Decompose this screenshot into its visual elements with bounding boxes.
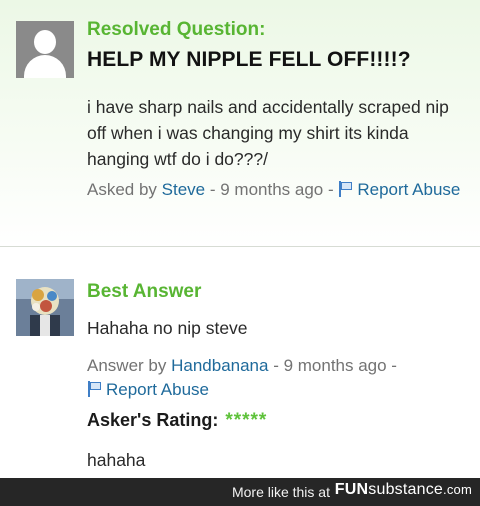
answerer-link[interactable]: Handbanana: [171, 356, 268, 375]
answer-report-abuse-link[interactable]: Report Abuse: [87, 380, 209, 399]
funsubstance-logo: FUNsubstance.com: [334, 481, 472, 498]
rating-stars-icon: *****: [225, 410, 268, 431]
flag-icon: [87, 381, 102, 397]
default-avatar-icon[interactable]: [16, 21, 74, 78]
answer-report-label: Report Abuse: [106, 380, 210, 399]
asker-link[interactable]: Steve: [162, 180, 205, 199]
asker-rating-label: Asker's Rating:: [87, 410, 219, 430]
question-report-label: Report Abuse: [357, 180, 461, 199]
question-title: HELP MY NIPPLE FELL OFF!!!!?: [87, 48, 411, 71]
flag-icon: [338, 181, 353, 197]
answer-by-prefix: Answer by: [87, 356, 172, 375]
asker-comment: hahaha: [87, 450, 146, 470]
answer-body: Hahaha no nip steve: [87, 318, 248, 338]
answerer-avatar[interactable]: [16, 279, 74, 336]
question-panel: Resolved Question: HELP MY NIPPLE FELL O…: [0, 0, 480, 247]
question-report-abuse-link[interactable]: Report Abuse: [338, 180, 460, 199]
footer-text: More like this at: [231, 484, 330, 500]
question-meta: Asked by Steve - 9 months ago - Report A…: [87, 178, 472, 202]
question-time: - 9 months ago -: [205, 180, 339, 199]
watermark-footer: More like this at FUNsubstance.com: [0, 478, 480, 506]
best-answer-label: Best Answer: [87, 281, 202, 302]
resolved-question-label: Resolved Question:: [87, 19, 266, 40]
question-body: i have sharp nails and accidentally scra…: [87, 97, 449, 169]
asked-by-prefix: Asked by: [87, 180, 162, 199]
asker-rating: Asker's Rating: *****: [87, 410, 267, 432]
answer-meta: Answer by Handbanana - 9 months ago - Re…: [87, 354, 472, 402]
answer-time: - 9 months ago -: [268, 356, 397, 375]
